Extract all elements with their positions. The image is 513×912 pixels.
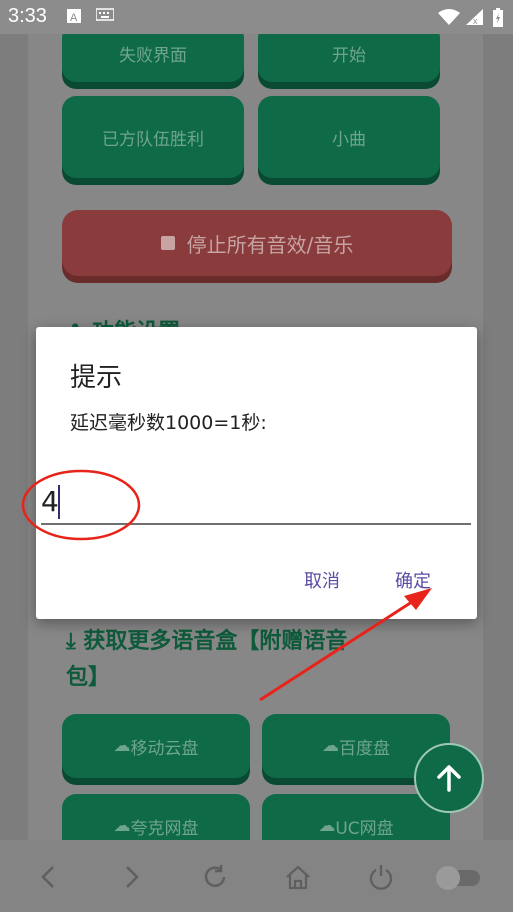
fail-screen-button[interactable]: 失败界面 [62,34,244,82]
svg-text:A: A [70,12,78,24]
refresh-icon[interactable] [200,862,230,892]
home-icon[interactable] [283,862,313,892]
text-caret [58,485,60,519]
start-button[interactable]: 开始 [258,34,440,82]
fail-screen-label: 失败界面 [119,45,187,66]
delay-ms-input[interactable] [41,479,471,525]
back-icon[interactable] [34,862,64,892]
melody-label: 小曲 [332,129,366,150]
mobile-cloud-button[interactable]: ☁ 移动云盘 [62,714,250,778]
quark-pan-button[interactable]: ☁ 夸克网盘 [62,794,250,840]
download-icon: ⤓ [66,629,76,654]
confirm-button[interactable]: 确定 [395,567,431,593]
start-label: 开始 [332,45,366,66]
text-input-icon: A [67,9,81,24]
dialog-message: 延迟毫秒数1000=1秒: [70,412,267,434]
baidu-pan-label: 百度盘 [339,738,390,759]
toggle-switch[interactable] [434,862,484,892]
mobile-cloud-label: 移动云盘 [130,738,199,759]
more-section-title: ⤓ 获取更多语音盒【附赠语音 包】 [66,624,426,696]
quark-pan-label: 夸克网盘 [130,818,199,839]
power-icon[interactable] [366,862,396,892]
keyboard-icon [96,8,114,21]
stop-all-label: 停止所有音效/音乐 [186,232,354,257]
stop-all-sounds-button[interactable]: 停止所有音效/音乐 [62,210,452,276]
cloud-icon: ☁ [113,816,131,836]
cloud-icon: ☁ [322,736,339,756]
team-victory-label: 已方队伍胜利 [102,129,204,150]
team-victory-button[interactable]: 已方队伍胜利 [62,96,244,178]
more-title-line2: 包】 [66,665,111,690]
wifi-icon [438,9,460,25]
cloud-icon: ☁ [113,736,131,756]
forward-icon[interactable] [116,862,146,892]
stop-icon [160,236,175,250]
battery-icon [493,8,503,27]
dialog-title: 提示 [70,363,123,393]
clock: 3:33 [8,5,47,27]
uc-pan-label: UC网盘 [335,818,394,839]
signal-icon: x [466,9,483,26]
more-title-line1: 获取更多语音盒【附赠语音 [83,629,348,654]
browser-toolbar [0,840,513,912]
svg-text:x: x [473,16,478,26]
arrow-up-icon [437,765,461,792]
status-bar: 3:33 A x [0,0,513,34]
melody-button[interactable]: 小曲 [258,96,440,178]
delay-input-dialog: 提示 延迟毫秒数1000=1秒: 取消 确定 [36,327,477,619]
scroll-to-top-button[interactable] [414,743,484,813]
cancel-button[interactable]: 取消 [304,567,340,593]
cloud-icon: ☁ [318,816,336,836]
